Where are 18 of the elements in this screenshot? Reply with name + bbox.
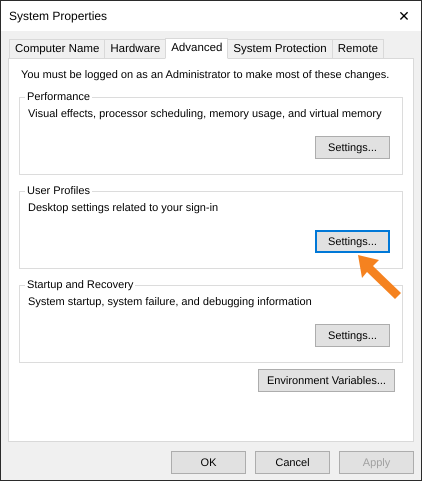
settings-button[interactable]: Settings... [315,324,390,347]
group-description: Visual effects, processor scheduling, memory usage, and virtual memory [28,108,383,120]
group-title: Performance [26,91,91,103]
notice-text: You must be logged on as an Administrator to make most of these changes. [21,69,390,81]
window-title: System Properties [9,9,108,23]
tab[interactable]: Advanced [165,38,228,59]
group-title: User Profiles [26,185,91,197]
dialog-button[interactable]: OK [171,451,246,474]
settings-button[interactable]: Settings... [315,230,390,253]
group-title: Startup and Recovery [26,279,134,291]
tab[interactable]: Computer Name [9,39,106,58]
dialog-button[interactable]: Cancel [255,451,330,474]
close-button[interactable]: ✕ [393,8,415,24]
group-description: Desktop settings related to your sign-in [28,202,220,214]
environment-variables-button[interactable]: Environment Variables... [258,369,395,392]
tab[interactable]: Remote [332,39,384,58]
group-description: System startup, system failure, and debugging information [28,296,313,308]
settings-button[interactable]: Settings... [315,136,390,159]
